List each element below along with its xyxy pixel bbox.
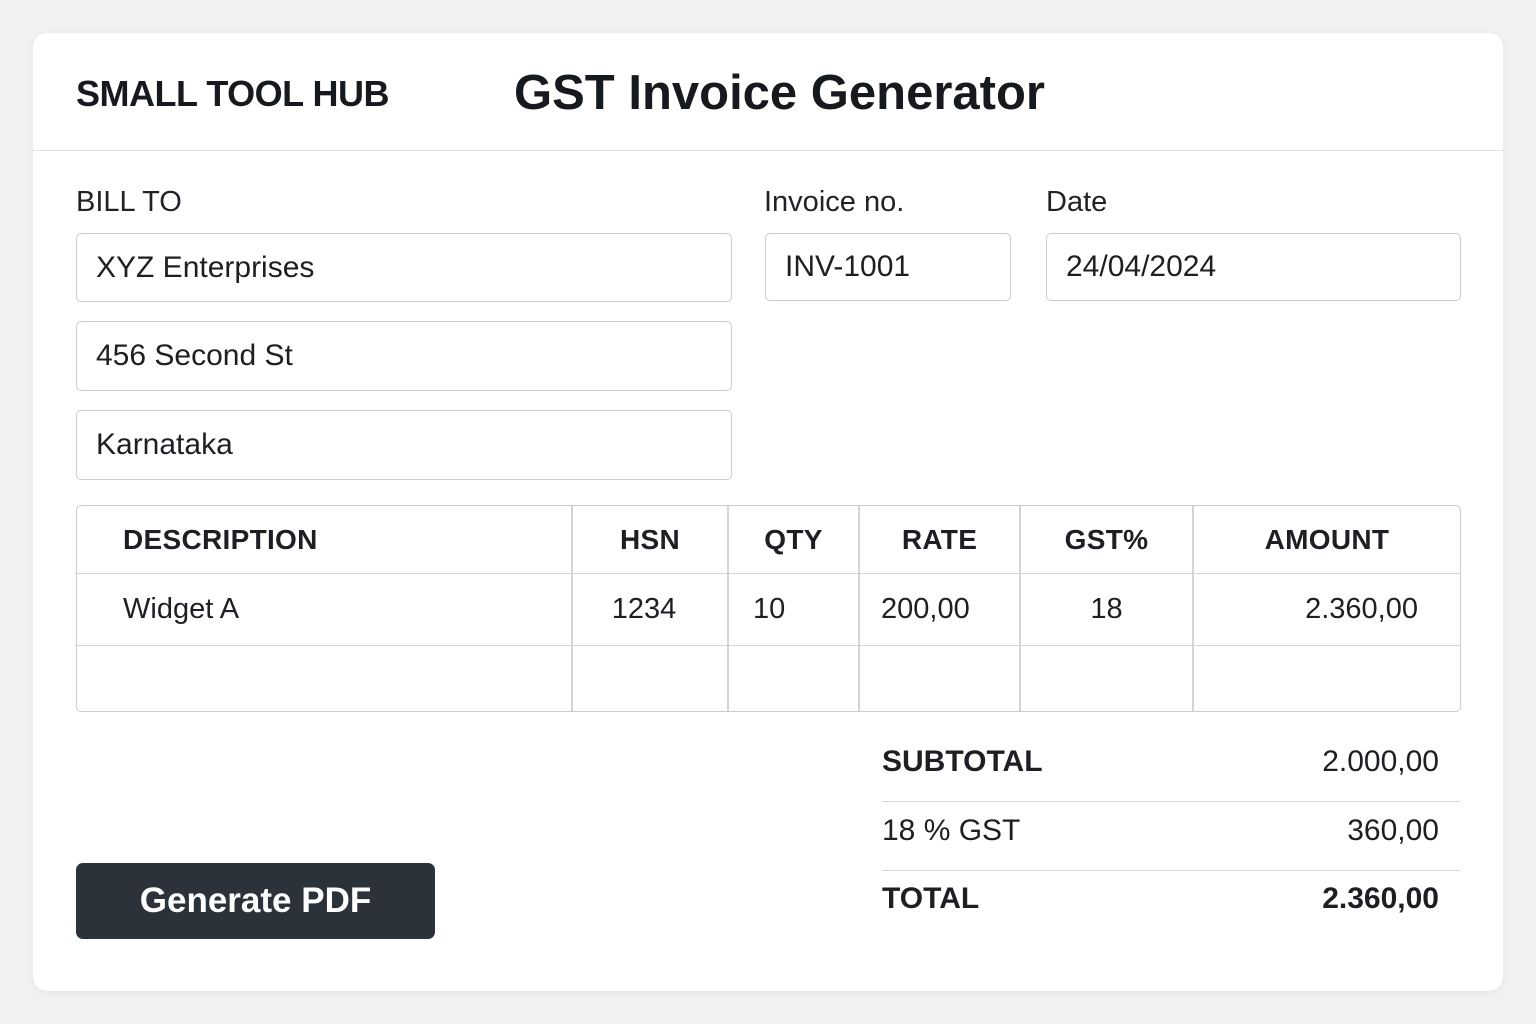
subtotal-value: 2.000,00 bbox=[1322, 745, 1439, 778]
page-title: GST Invoice Generator bbox=[514, 66, 1045, 120]
column-header-description: DESCRIPTION bbox=[123, 523, 318, 555]
bill-to-name-field[interactable] bbox=[76, 233, 732, 302]
subtotal-row: SUBTOTAL 2.000,00 bbox=[882, 733, 1461, 802]
brand-logo[interactable]: SMALL TOOL HUB bbox=[76, 73, 390, 115]
gst-row: 18 % GST 360,00 bbox=[882, 802, 1461, 871]
column-header-amount: AMOUNT bbox=[1264, 523, 1390, 555]
generate-pdf-button[interactable]: Generate PDF bbox=[76, 863, 435, 939]
gst-label: 18 % GST bbox=[882, 814, 1021, 847]
line-items-table: DESCRIPTION HSN QTY RATE GST% AMOUNT Wid… bbox=[76, 505, 1461, 712]
column-header-gst: GST% bbox=[1064, 523, 1149, 555]
gst-value: 360,00 bbox=[1347, 814, 1439, 847]
total-row: TOTAL 2.360,00 bbox=[882, 870, 1461, 938]
cell-rate[interactable] bbox=[860, 645, 1019, 711]
bill-to-state-field[interactable] bbox=[76, 410, 732, 480]
invoice-card: SMALL TOOL HUB GST Invoice Generator BIL… bbox=[33, 33, 1503, 991]
header: SMALL TOOL HUB GST Invoice Generator bbox=[33, 33, 1503, 151]
cell-description[interactable]: Widget A bbox=[123, 573, 563, 645]
table-row-empty bbox=[77, 645, 1460, 711]
bill-to-address-field[interactable] bbox=[76, 321, 732, 391]
column-header-qty: QTY bbox=[764, 523, 823, 555]
total-label: TOTAL bbox=[882, 882, 980, 915]
date-label: Date bbox=[1046, 186, 1108, 218]
table-header-row: DESCRIPTION HSN QTY RATE GST% AMOUNT bbox=[77, 506, 1460, 574]
column-header-hsn: HSN bbox=[619, 523, 681, 555]
cell-hsn[interactable] bbox=[573, 645, 727, 711]
cell-qty[interactable]: 10 bbox=[753, 573, 853, 645]
bill-to-label: BILL TO bbox=[76, 186, 182, 218]
total-value: 2.360,00 bbox=[1322, 882, 1439, 915]
table-row: Widget A 1234 10 200,00 18 2.360,00 bbox=[77, 573, 1460, 646]
column-header-rate: RATE bbox=[901, 523, 978, 555]
invoice-number-label: Invoice no. bbox=[764, 186, 905, 218]
cell-gst[interactable]: 18 bbox=[1021, 573, 1192, 645]
cell-amount[interactable] bbox=[1194, 645, 1460, 711]
cell-amount[interactable]: 2.360,00 bbox=[1194, 573, 1418, 645]
date-field[interactable] bbox=[1046, 233, 1461, 301]
invoice-number-field[interactable] bbox=[765, 233, 1011, 301]
cell-gst[interactable] bbox=[1021, 645, 1192, 711]
cell-rate[interactable]: 200,00 bbox=[881, 573, 1019, 645]
cell-hsn[interactable]: 1234 bbox=[573, 573, 727, 645]
subtotal-label: SUBTOTAL bbox=[882, 745, 1043, 778]
cell-qty[interactable] bbox=[729, 645, 858, 711]
cell-description[interactable] bbox=[123, 645, 563, 711]
